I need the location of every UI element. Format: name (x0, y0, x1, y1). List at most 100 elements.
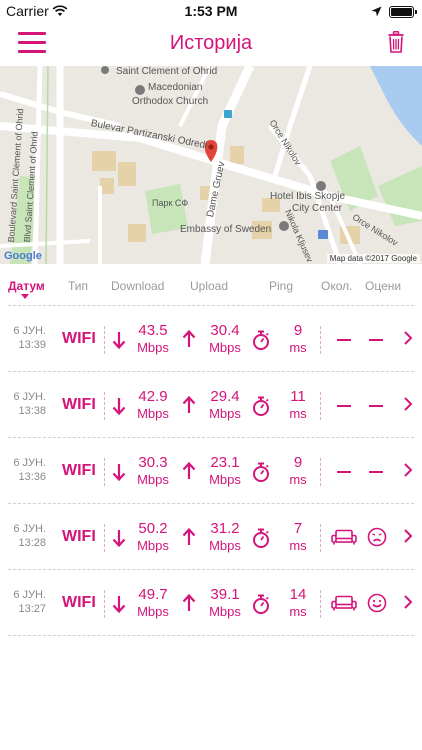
map-label-park: Парк СФ (152, 198, 189, 208)
chevron-right-icon[interactable] (403, 528, 413, 549)
download-value: 43.5 (138, 322, 168, 339)
environment-none-dash (337, 471, 351, 473)
column-divider (104, 524, 105, 552)
upload-unit: Mbps (209, 340, 241, 355)
sofa-icon (331, 529, 357, 550)
battery-icon (389, 6, 417, 18)
ping-value: 9 (293, 322, 303, 339)
upload-unit: Mbps (209, 472, 241, 487)
row-day: 6 ЈУН. (13, 391, 46, 403)
row-ping: 11 ms (278, 388, 318, 422)
header-ping[interactable]: Ping (269, 279, 293, 293)
map-label-orthodox: Orthodox Church (132, 96, 209, 107)
upload-value: 39.1 (210, 586, 240, 603)
header-type[interactable]: Тип (68, 279, 88, 293)
download-arrow-icon (112, 397, 126, 420)
chevron-right-icon[interactable] (403, 396, 413, 417)
ping-unit: ms (289, 340, 307, 355)
map-label-embassy: Embassy of Sweden (180, 224, 272, 235)
column-divider (104, 458, 105, 486)
ping-value: 11 (290, 388, 306, 405)
chevron-right-icon[interactable] (403, 330, 413, 351)
row-upload: 23.1 Mbps (202, 454, 248, 488)
ping-unit: ms (289, 406, 307, 421)
map-attribution[interactable]: Map data ©2017 Google (326, 254, 420, 263)
download-arrow-icon (112, 595, 126, 618)
row-ping: 9 ms (278, 454, 318, 488)
map-view[interactable]: Saint Clement of Ohrid Macedonian Orthod… (0, 66, 422, 264)
ping-unit: ms (289, 472, 307, 487)
row-upload: 39.1 Mbps (202, 586, 248, 620)
row-time: 13:38 (18, 405, 46, 417)
upload-arrow-icon (182, 527, 196, 551)
row-connection-type: WIFI (62, 594, 96, 611)
status-bar: Carrier 1:53 PM (0, 0, 422, 22)
history-row[interactable]: 6 ЈУН. 13:27 WIFI 49.7 Mbps 39.1 Mbps 14… (0, 570, 422, 636)
sofa-icon (331, 595, 357, 616)
upload-arrow-icon (182, 461, 196, 485)
clock: 1:53 PM (184, 3, 238, 19)
upload-unit: Mbps (209, 538, 241, 553)
nav-bar: Историја (0, 22, 422, 66)
row-download: 49.7 Mbps (130, 586, 176, 620)
download-unit: Mbps (137, 538, 169, 553)
header-download[interactable]: Download (111, 279, 164, 293)
header-rating[interactable]: Оцени (365, 279, 401, 293)
header-date[interactable]: Датум (8, 279, 45, 293)
row-ping: 7 ms (278, 520, 318, 554)
map-label-macedonian: Macedonian (148, 82, 203, 93)
chevron-right-icon[interactable] (403, 462, 413, 483)
download-value: 49.7 (138, 586, 168, 603)
stopwatch-icon (252, 528, 270, 553)
rating-none-dash (369, 471, 383, 473)
history-row[interactable]: 6 ЈУН. 13:38 WIFI 42.9 Mbps 29.4 Mbps 11… (0, 372, 422, 438)
stopwatch-icon (252, 396, 270, 421)
history-table-header: Датум Тип Download Upload Ping Окол. Оце… (0, 264, 422, 306)
row-connection-type: WIFI (62, 528, 96, 545)
ping-unit: ms (289, 604, 307, 619)
sort-arrow-icon (21, 294, 29, 299)
header-upload[interactable]: Upload (190, 279, 228, 293)
download-unit: Mbps (137, 472, 169, 487)
ping-value: 7 (293, 520, 303, 537)
download-arrow-icon (112, 331, 126, 354)
history-row[interactable]: 6 ЈУН. 13:36 WIFI 30.3 Mbps 23.1 Mbps 9 … (0, 438, 422, 504)
upload-value: 31.2 (210, 520, 240, 537)
history-row[interactable]: 6 ЈУН. 13:28 WIFI 50.2 Mbps 31.2 Mbps 7 … (0, 504, 422, 570)
trash-icon[interactable] (388, 31, 404, 58)
download-value: 30.3 (138, 454, 168, 471)
upload-arrow-icon (182, 395, 196, 419)
column-divider (320, 392, 321, 420)
row-date: 6 ЈУН. 13:28 (0, 522, 46, 550)
column-divider (320, 590, 321, 618)
download-unit: Mbps (137, 340, 169, 355)
upload-value: 23.1 (210, 454, 240, 471)
row-download: 50.2 Mbps (130, 520, 176, 554)
stopwatch-icon (252, 594, 270, 619)
upload-unit: Mbps (209, 406, 241, 421)
row-download: 43.5 Mbps (130, 322, 176, 356)
upload-unit: Mbps (209, 604, 241, 619)
row-divider (8, 635, 414, 636)
ping-unit: ms (289, 538, 307, 553)
row-upload: 29.4 Mbps (202, 388, 248, 422)
row-time: 13:36 (18, 471, 46, 483)
row-time: 13:39 (18, 339, 46, 351)
row-time: 13:28 (18, 537, 46, 549)
row-day: 6 ЈУН. (13, 589, 46, 601)
row-connection-type: WIFI (62, 396, 96, 413)
sad-face-icon (367, 527, 387, 552)
stopwatch-icon (252, 330, 270, 355)
rating-none-dash (369, 405, 383, 407)
header-environment[interactable]: Окол. (321, 279, 352, 293)
row-date: 6 ЈУН. 13:39 (0, 324, 46, 352)
history-row[interactable]: 6 ЈУН. 13:39 WIFI 43.5 Mbps 30.4 Mbps 9 … (0, 306, 422, 372)
chevron-right-icon[interactable] (403, 594, 413, 615)
environment-none-dash (337, 339, 351, 341)
upload-arrow-icon (182, 593, 196, 617)
row-upload: 31.2 Mbps (202, 520, 248, 554)
upload-value: 29.4 (210, 388, 240, 405)
row-time: 13:27 (18, 603, 46, 615)
row-date: 6 ЈУН. 13:27 (0, 588, 46, 616)
row-day: 6 ЈУН. (13, 325, 46, 337)
